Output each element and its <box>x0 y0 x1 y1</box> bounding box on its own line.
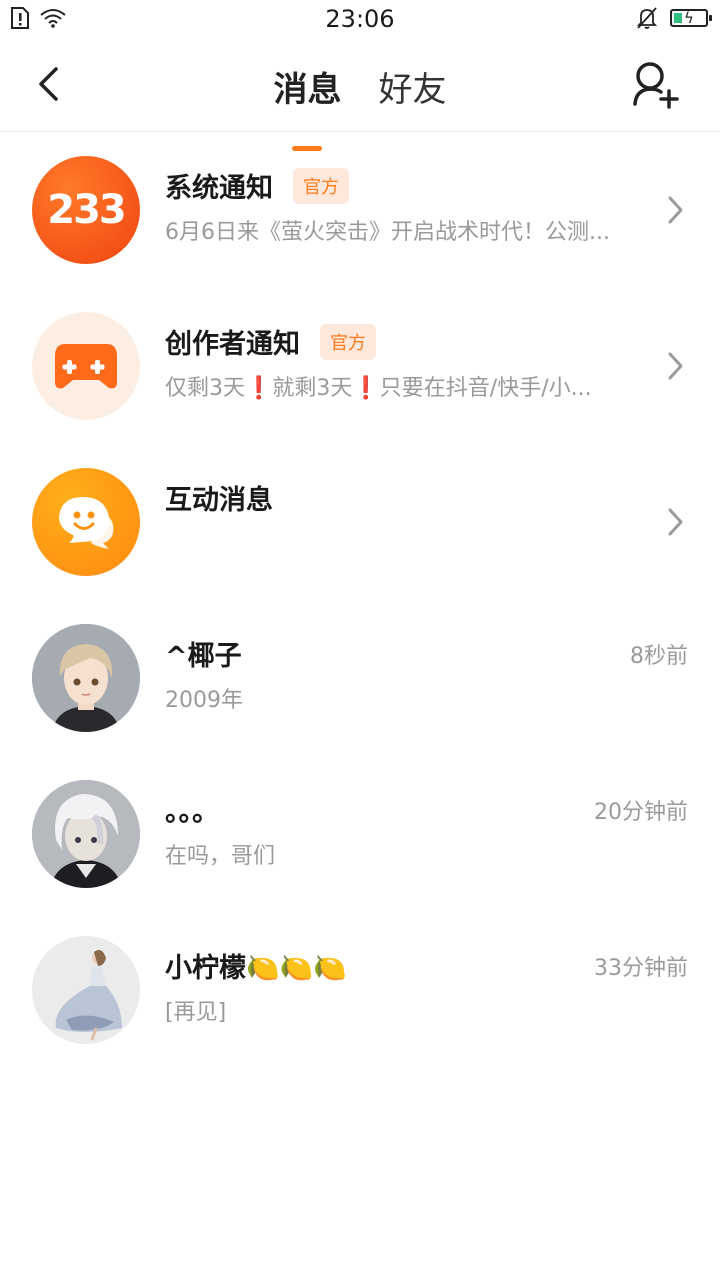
add-user-icon <box>633 62 679 109</box>
chat-bubble-icon <box>59 497 114 549</box>
item-preview: 6月6日来《萤火突击》开启战术时代！公测... <box>165 220 610 245</box>
title-row: ^椰子 <box>165 634 242 673</box>
official-badge: 官方 <box>293 167 349 204</box>
list-item-chat[interactable]: 小柠檬🍋🍋🍋 [再见] 33分钟前 <box>0 912 720 1068</box>
user-avatar-1 <box>32 624 140 732</box>
tab-messages[interactable]: 消息 <box>273 62 342 151</box>
title-row: 小柠檬🍋🍋🍋 <box>165 946 347 985</box>
official-badge: 官方 <box>320 323 376 360</box>
avatar-233-text: 233 <box>47 187 126 233</box>
user-avatar-2 <box>32 780 140 888</box>
list-item-chat[interactable]: ^椰子 2009年 8秒前 <box>0 600 720 756</box>
silent-bell-icon <box>636 7 658 29</box>
item-time: 33分钟前 <box>594 956 688 981</box>
item-preview: 在吗，哥们 <box>165 844 276 869</box>
gamepad-plus-icon <box>32 312 140 420</box>
user-avatar[interactable] <box>32 624 140 732</box>
battery-charging-icon: ϟ <box>670 9 712 27</box>
item-title: 互动消息 <box>165 485 273 516</box>
header: 消息 好友 <box>0 40 720 151</box>
gamepad-icon <box>55 344 117 389</box>
tab-bar: 消息 好友 <box>0 62 720 151</box>
item-preview: 仅剩3天❗就剩3天❗只要在抖音/快手/小... <box>165 376 592 401</box>
title-row: 。。。 <box>165 790 219 829</box>
tab-friends-label: 好友 <box>378 70 447 110</box>
list-item-interactions[interactable]: 互动消息 <box>0 444 720 600</box>
title-row: 系统通知 官方 <box>165 166 349 205</box>
item-title: 。。。 <box>165 797 219 828</box>
chat-smile-icon <box>32 468 140 576</box>
title-row: 创作者通知 官方 <box>165 322 376 361</box>
brand-233-logo: 233 <box>32 156 140 264</box>
item-time: 20分钟前 <box>594 800 688 825</box>
item-title: 小柠檬🍋🍋🍋 <box>165 953 347 984</box>
message-list: 233 系统通知 官方 6月6日来《萤火突击》开启战术时代！公测... 创作者通… <box>0 132 720 1068</box>
list-item-chat[interactable]: 。。。 在吗，哥们 20分钟前 <box>0 756 720 912</box>
item-title: 创作者通知 <box>165 329 300 360</box>
item-time: 8秒前 <box>630 644 688 669</box>
user-avatar[interactable] <box>32 780 140 888</box>
item-title: 系统通知 <box>165 173 273 204</box>
add-friend-button[interactable] <box>632 60 680 112</box>
item-preview: 2009年 <box>165 688 243 713</box>
list-item-system-notice[interactable]: 233 系统通知 官方 6月6日来《萤火突击》开启战术时代！公测... <box>0 132 720 288</box>
item-title: ^椰子 <box>165 641 242 672</box>
item-preview: [再见] <box>165 1000 227 1025</box>
chevron-right-icon <box>668 352 683 380</box>
status-time: 23:06 <box>325 5 395 33</box>
chevron-right-icon <box>668 508 683 536</box>
user-avatar-3 <box>32 936 140 1044</box>
status-right: ϟ <box>636 6 712 30</box>
tab-messages-label: 消息 <box>273 70 342 110</box>
title-row: 互动消息 <box>165 478 273 517</box>
list-item-creator-notice[interactable]: 创作者通知 官方 仅剩3天❗就剩3天❗只要在抖音/快手/小... <box>0 288 720 444</box>
user-avatar[interactable] <box>32 936 140 1044</box>
tab-friends[interactable]: 好友 <box>379 62 447 111</box>
status-bar: 23:06 ϟ <box>0 0 720 40</box>
chevron-right-icon <box>668 196 683 224</box>
